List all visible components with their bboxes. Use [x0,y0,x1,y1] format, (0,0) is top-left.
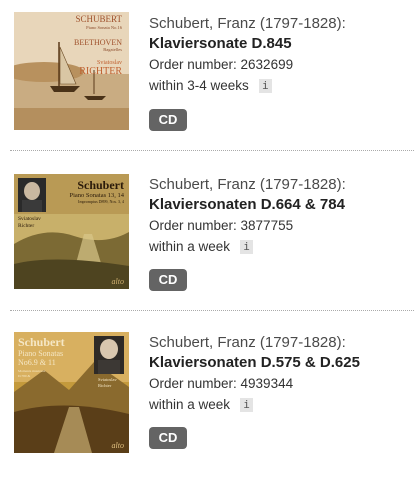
composer-name[interactable]: Schubert, Franz (1797-1828): [149,15,346,33]
format-badge[interactable]: CD [149,427,187,449]
album-cover[interactable]: Schubert Piano Sonatas 13, 14 Impromptus… [14,174,129,289]
availability-text: within a week [149,397,231,412]
cover-text: Schubert [77,178,124,192]
cover-text: Piano Sonatas [18,349,63,358]
product-item: Schubert Piano Sonatas No6.9 & 11 Moment… [0,319,414,478]
order-number: Order number: 3877755 [149,218,294,233]
cover-text: No6.9 & 11 [18,358,56,367]
availability: within a week i [149,396,360,414]
composer-name[interactable]: Schubert, Franz (1797-1828): [149,334,360,352]
cover-text: SCHUBERT [76,14,123,24]
product-item: Schubert Piano Sonatas 13, 14 Impromptus… [0,159,414,318]
order-number: Order number: 2632699 [149,57,294,72]
product-item: SCHUBERT Piano Sonata No.16 BEETHOVEN Ba… [0,0,414,159]
format-badge[interactable]: CD [149,269,187,291]
divider [10,310,414,311]
info-icon[interactable]: i [240,398,254,412]
cover-text: Sviatoslav [98,377,117,382]
cover-text: BEETHOVEN [74,38,122,47]
cover-text: Schubert [18,335,65,349]
product-info: Schubert, Franz (1797-1828): Klaviersona… [149,176,346,256]
cover-text: Richter [18,223,34,229]
cover-text: RICHTER [79,66,122,77]
availability-text: within a week [149,239,231,254]
cover-text: D.780 & [18,374,31,378]
product-title[interactable]: Klaviersonaten D.664 & 784 [149,196,346,214]
album-cover[interactable]: SCHUBERT Piano Sonata No.16 BEETHOVEN Ba… [14,12,129,130]
product-title[interactable]: Klaviersonaten D.575 & D.625 [149,354,360,372]
cover-text: Sviatoslav [18,216,41,222]
info-icon[interactable]: i [240,240,254,254]
cover-text: Richter [98,383,112,388]
product-title[interactable]: Klaviersonate D.845 [149,35,346,53]
album-cover[interactable]: Schubert Piano Sonatas No6.9 & 11 Moment… [14,332,129,453]
info-icon[interactable]: i [258,79,272,93]
availability: within 3-4 weeks i [149,77,346,95]
divider [10,150,414,151]
cover-text: alto [112,277,124,286]
product-info: Schubert, Franz (1797-1828): Klaviersona… [149,334,360,414]
cover-text: Piano Sonatas 13, 14 [69,192,124,199]
cover-text: Moments musicaux [18,369,46,373]
availability-text: within 3-4 weeks [149,78,249,93]
product-info: Schubert, Franz (1797-1828): Klaviersona… [149,15,346,95]
order-number: Order number: 4939344 [149,376,294,391]
cover-text: Piano Sonata No.16 [86,25,123,30]
format-badge[interactable]: CD [149,109,187,131]
cover-text: Bagatelles [103,47,122,52]
cover-text: alto [112,441,124,450]
composer-name[interactable]: Schubert, Franz (1797-1828): [149,176,346,194]
availability: within a week i [149,238,346,256]
